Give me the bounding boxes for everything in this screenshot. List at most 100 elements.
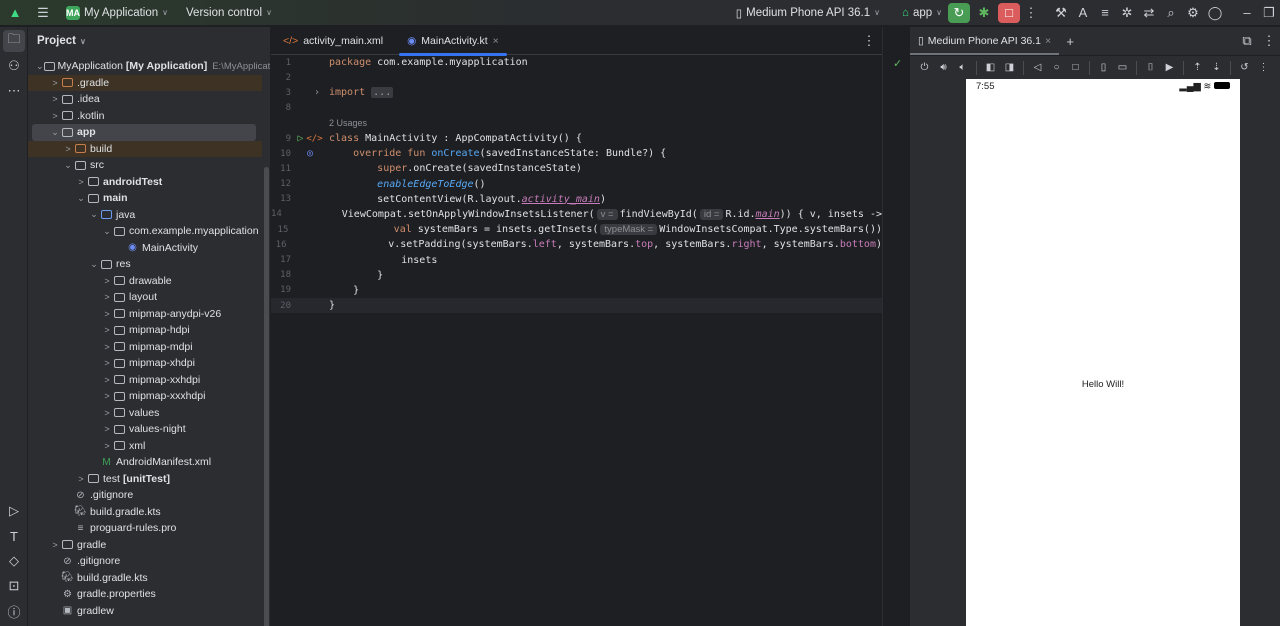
tree-item[interactable]: ⌄ app	[32, 124, 256, 141]
toolbar-more-icon[interactable]: ⋮	[1255, 59, 1272, 76]
tree-item[interactable]: ⌄ res	[28, 256, 262, 273]
account-icon[interactable]: ◯	[1204, 3, 1226, 23]
add-device-icon[interactable]: +	[1059, 31, 1081, 51]
home-icon[interactable]: ○	[1048, 59, 1065, 76]
tree-item[interactable]: ⌄ MyApplication [My Application] E:\MyAppli…	[28, 58, 270, 75]
terminal-icon[interactable]: ⊡	[3, 575, 25, 597]
display-mode-icon[interactable]: ▭	[1114, 59, 1131, 76]
chevron-right-icon[interactable]: >	[62, 144, 74, 154]
download-icon[interactable]: ⇣	[1208, 59, 1225, 76]
tree-item[interactable]: > androidTest	[28, 174, 262, 191]
emulator-screen[interactable]: 7:55 ▂▄▆ ≋ Hello Will!	[966, 79, 1240, 626]
close-icon[interactable]: ×	[1045, 35, 1051, 47]
tree-item[interactable]: ⌄ com.example.myapplication	[28, 223, 262, 240]
run-config-selector[interactable]: ⌂ app ∨	[896, 2, 948, 24]
run-gutter-icon[interactable]: ▷	[297, 133, 303, 144]
tree-item[interactable]: > mipmap-xxxhdpi	[28, 388, 262, 405]
project-scrollbar[interactable]	[264, 167, 269, 626]
chevron-right-icon[interactable]: >	[101, 342, 113, 352]
chevron-right-icon[interactable]: >	[49, 540, 61, 550]
power-icon[interactable]: ⏻	[916, 59, 933, 76]
problems-icon[interactable]: ⓘ	[3, 600, 25, 622]
chevron-right-icon[interactable]: >	[49, 78, 61, 88]
main-menu-icon[interactable]: ☰	[32, 3, 54, 23]
code-lines[interactable]: 1 package com.example.myapplication 2 3 › imp…	[271, 55, 882, 314]
chevron-right-icon[interactable]: >	[101, 391, 113, 401]
back-icon[interactable]: ◁	[1029, 59, 1046, 76]
debug-icon[interactable]: ✱	[973, 3, 995, 23]
search-icon[interactable]: ⌕	[1160, 3, 1182, 23]
chevron-down-icon[interactable]: ⌄	[49, 127, 61, 138]
tree-item[interactable]: ⊘ .gitignore	[28, 487, 262, 504]
record-icon[interactable]: ▶	[1161, 59, 1178, 76]
chevron-right-icon[interactable]: >	[101, 309, 113, 319]
gem-icon[interactable]: ◇	[3, 550, 25, 572]
tree-item[interactable]: > build	[28, 140, 262, 157]
tree-item[interactable]: > .gradle	[28, 74, 262, 91]
tree-item[interactable]: 🐘︎ build.gradle.kts	[28, 504, 262, 521]
tree-item[interactable]: > values-night	[28, 421, 262, 438]
panel-more-icon[interactable]: ⋮	[1258, 31, 1280, 51]
more-icon[interactable]: ⋮	[1020, 3, 1042, 23]
chevron-right-icon[interactable]: >	[101, 292, 113, 302]
fold-expand-icon[interactable]: ›	[314, 87, 320, 98]
device-tab[interactable]: ▯ Medium Phone API 36.1 ×	[910, 27, 1060, 55]
device-selector[interactable]: ▯ Medium Phone API 36.1 ∨	[730, 2, 886, 24]
tree-item[interactable]: > .idea	[28, 91, 262, 108]
chevron-right-icon[interactable]: >	[101, 424, 113, 434]
layout-link-icon[interactable]: </>	[306, 134, 322, 144]
tab-activity-main-xml[interactable]: </> activity_main.xml	[271, 27, 395, 55]
volume-down-icon[interactable]: 🔈︎	[954, 59, 971, 76]
chevron-down-icon[interactable]: ⌄	[75, 193, 87, 204]
stop-button[interactable]: □	[998, 2, 1020, 23]
chevron-right-icon[interactable]: >	[101, 276, 113, 286]
tab-main-activity-kt[interactable]: ◉ MainActivity.kt ×	[395, 27, 511, 56]
tree-item[interactable]: > mipmap-xxhdpi	[28, 372, 262, 389]
reset-icon[interactable]: ↺	[1236, 59, 1253, 76]
chevron-right-icon[interactable]: >	[101, 375, 113, 385]
tree-item[interactable]: > mipmap-hdpi	[28, 322, 262, 339]
rotate-right-icon[interactable]: ◨	[1001, 59, 1018, 76]
logcat-icon[interactable]: ≡	[1094, 3, 1116, 23]
overview-icon[interactable]: □	[1067, 59, 1084, 76]
tree-item[interactable]: > gradle	[28, 537, 262, 554]
close-icon[interactable]: ×	[493, 35, 499, 47]
override-icon[interactable]: ◎	[307, 148, 313, 159]
tree-item[interactable]: M AndroidManifest.xml	[28, 454, 262, 471]
project-folder-icon[interactable]: 🗀	[3, 30, 25, 52]
editor-more-icon[interactable]: ⋮	[858, 31, 880, 51]
run-icon[interactable]: ▷	[3, 500, 25, 522]
version-control-menu[interactable]: Version control ∨	[180, 2, 278, 24]
tree-item[interactable]: 🐘︎ build.gradle.kts	[28, 570, 262, 587]
chevron-down-icon[interactable]: ⌄	[101, 226, 113, 237]
tree-item[interactable]: > xml	[28, 438, 262, 455]
upload-icon[interactable]: ⇡	[1189, 59, 1206, 76]
build-icon[interactable]: ⚒	[1050, 3, 1072, 23]
chevron-right-icon[interactable]: >	[75, 474, 87, 484]
apply-changes-button[interactable]: ↻	[948, 2, 970, 23]
project-view-selector[interactable]: Project ∨	[28, 27, 270, 55]
tree-item[interactable]: ⊘ .gitignore	[28, 553, 262, 570]
volume-up-icon[interactable]: 🔊︎	[935, 59, 952, 76]
tree-item[interactable]: > drawable	[28, 273, 262, 290]
rotate-left-icon[interactable]: ◧	[982, 59, 999, 76]
sync-icon[interactable]: ⇄	[1138, 3, 1160, 23]
tree-item[interactable]: > values	[28, 405, 262, 422]
tree-item[interactable]: ◉ MainActivity	[28, 240, 262, 257]
build-hammer-icon[interactable]: T	[3, 525, 25, 547]
chevron-right-icon[interactable]: >	[49, 111, 61, 121]
bug-icon[interactable]: ✲	[1116, 3, 1138, 23]
tree-item[interactable]: ⌄ src	[28, 157, 262, 174]
tree-item[interactable]: > layout	[28, 289, 262, 306]
tree-item[interactable]: > test [unitTest]	[28, 471, 262, 488]
project-selector[interactable]: MA My Application ∨	[60, 2, 174, 24]
chevron-right-icon[interactable]: >	[101, 325, 113, 335]
translate-icon[interactable]: A	[1072, 3, 1094, 23]
tree-item[interactable]: ▣ gradlew	[28, 603, 262, 620]
tree-item[interactable]: > mipmap-anydpi-v26	[28, 306, 262, 323]
tree-item[interactable]: ⚙ gradle.properties	[28, 586, 262, 603]
tree-item[interactable]: > mipmap-mdpi	[28, 339, 262, 356]
tree-item[interactable]: ≡ proguard-rules.pro	[28, 520, 262, 537]
chevron-down-icon[interactable]: ⌄	[88, 209, 100, 220]
restore-icon[interactable]: ❐	[1258, 3, 1280, 23]
